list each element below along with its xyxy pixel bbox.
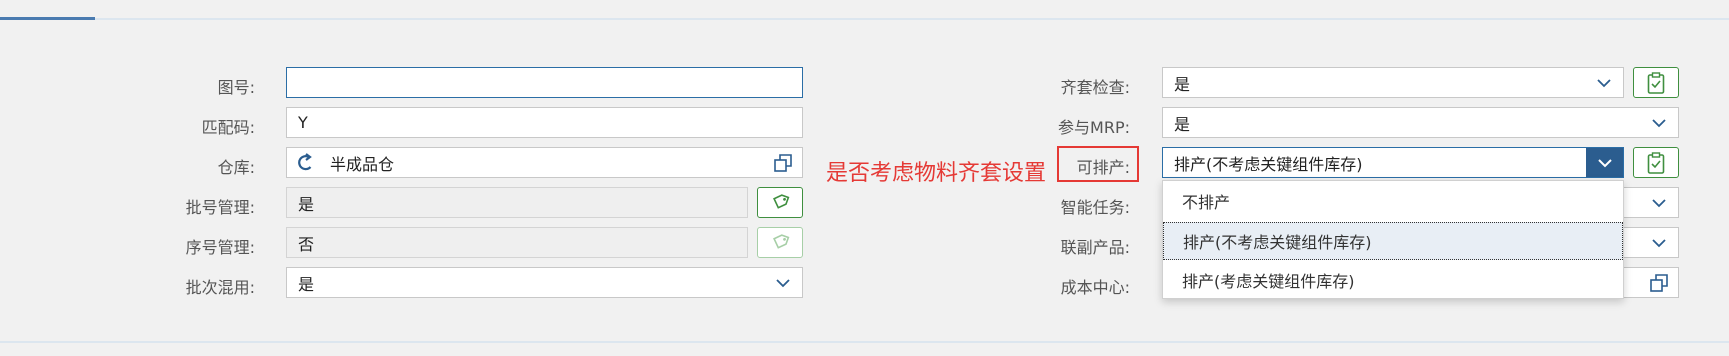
match-code-input[interactable]: Y [286, 107, 803, 138]
top-divider [0, 18, 1729, 20]
batch-mgmt-field: 是 [286, 187, 748, 218]
warehouse-input[interactable]: 半成品仓 [286, 147, 803, 178]
batch-mix-label: 批次混用: [185, 278, 255, 297]
batch-mix-select[interactable]: 是 [286, 267, 803, 298]
match-code-label: 匹配码: [201, 118, 255, 137]
chevron-down-icon [1652, 239, 1666, 248]
kit-check-button[interactable] [1633, 67, 1679, 98]
mrp-value: 是 [1174, 114, 1191, 134]
refresh-icon[interactable] [298, 152, 316, 173]
schedulable-button[interactable] [1633, 147, 1679, 178]
batch-mgmt-button[interactable] [757, 187, 803, 218]
clipboard-check-icon [1647, 151, 1665, 174]
dropdown-option[interactable]: 排产(考虑关键组件库存) [1163, 261, 1623, 299]
batch-mgmt-label: 批号管理: [185, 198, 255, 217]
chevron-down-icon [1652, 199, 1666, 208]
drawing-no-label: 图号: [217, 78, 255, 97]
serial-mgmt-value: 否 [298, 234, 315, 254]
lookup-icon[interactable] [1650, 274, 1668, 292]
schedulable-dropdown-toggle[interactable] [1586, 148, 1623, 177]
schedulable-value: 排产(不考虑关键组件库存) [1174, 154, 1363, 174]
mrp-select[interactable]: 是 [1162, 107, 1679, 138]
tag-icon [773, 193, 790, 209]
chevron-down-icon [776, 279, 790, 288]
chevron-down-icon [1598, 158, 1612, 167]
serial-mgmt-field: 否 [286, 227, 748, 258]
smart-task-label: 智能任务: [1060, 198, 1130, 217]
active-tab-indicator [0, 17, 95, 20]
mrp-label: 参与MRP: [1058, 118, 1130, 137]
serial-mgmt-label: 序号管理: [185, 238, 255, 257]
kit-check-select[interactable]: 是 [1162, 67, 1624, 98]
dropdown-option[interactable]: 不排产 [1163, 182, 1623, 220]
match-code-value: Y [298, 113, 308, 132]
chevron-down-icon [1652, 119, 1666, 128]
bottom-divider [0, 341, 1729, 343]
warehouse-value: 半成品仓 [330, 154, 395, 174]
co-product-label: 联副产品: [1060, 238, 1130, 257]
chevron-down-icon [1597, 79, 1611, 88]
dropdown-option-selected[interactable]: 排产(不考虑关键组件库存) [1163, 222, 1623, 260]
batch-mgmt-value: 是 [298, 194, 315, 214]
lookup-icon[interactable] [774, 154, 792, 172]
serial-mgmt-button[interactable] [757, 227, 803, 258]
cost-center-label: 成本中心: [1060, 278, 1130, 297]
kit-check-value: 是 [1174, 74, 1191, 94]
schedulable-select[interactable]: 排产(不考虑关键组件库存) [1162, 147, 1624, 178]
kit-check-label: 齐套检查: [1060, 78, 1130, 97]
drawing-no-input[interactable] [286, 67, 803, 98]
tag-icon [773, 233, 790, 249]
clipboard-check-icon [1647, 71, 1665, 94]
warehouse-label: 仓库: [217, 158, 255, 177]
batch-mix-value: 是 [298, 274, 315, 294]
schedulable-label: 可排产: [1076, 158, 1130, 177]
schedulable-dropdown-list: 不排产 排产(不考虑关键组件库存) 排产(考虑关键组件库存) [1162, 180, 1624, 299]
